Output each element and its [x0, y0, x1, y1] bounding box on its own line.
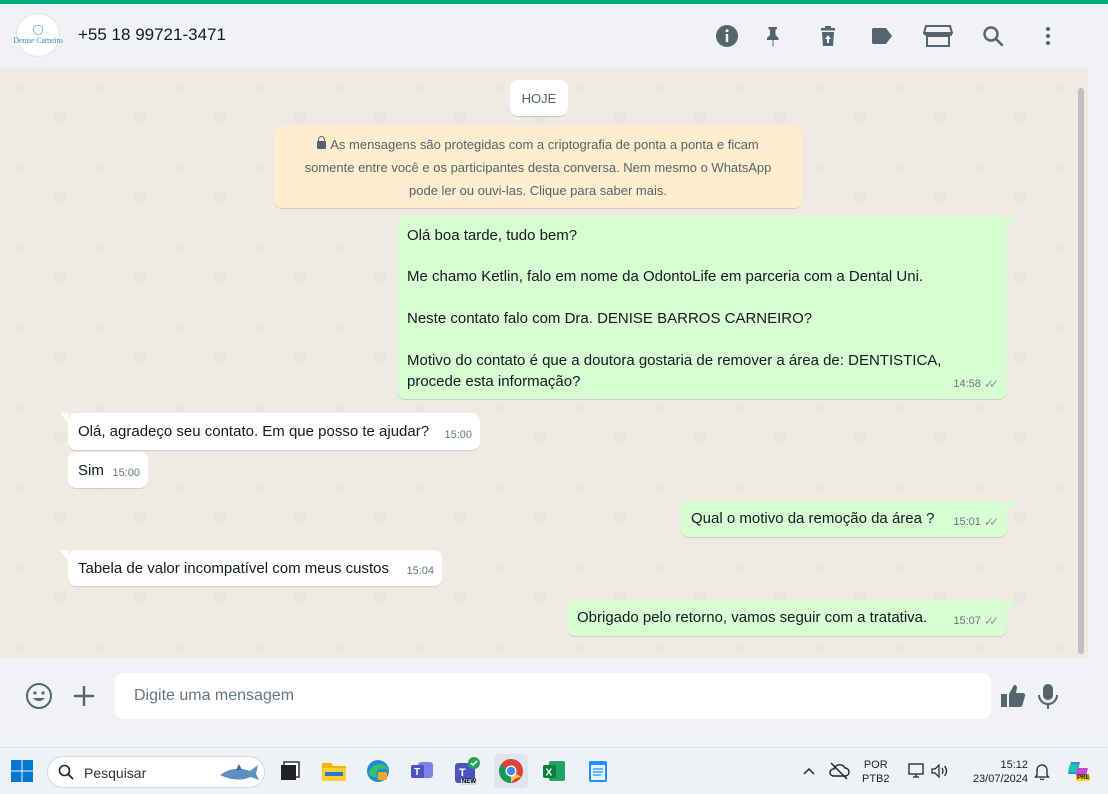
avatar[interactable]: Denise Carneiro	[13, 13, 63, 57]
edge-browser-icon[interactable]	[364, 757, 392, 785]
copilot-icon[interactable]: PRE	[1064, 757, 1092, 785]
message-text: Motivo do contato é que a doutora gostar…	[407, 352, 942, 369]
notification-bell-icon[interactable]	[1028, 757, 1056, 785]
lock-icon	[317, 136, 327, 149]
message-text: Sim	[78, 462, 104, 479]
encryption-line-3: pode ler ou ouvi-las. Clique para saber …	[409, 183, 667, 198]
teams-new-icon[interactable]: T NEW	[452, 757, 480, 785]
contact-name[interactable]: +55 18 99721-3471	[78, 25, 226, 45]
search-icon[interactable]	[981, 24, 1005, 48]
bubble-tail	[1007, 501, 1015, 511]
message-text: Olá, agradeço seu contato. Em que posso …	[78, 423, 430, 440]
message-text: Qual o motivo da remoção da área ?	[691, 510, 935, 527]
teams-icon[interactable]: T	[408, 757, 436, 785]
chat-header: Denise Carneiro +55 18 99721-3471	[0, 4, 1088, 68]
clock-date: 23/07/2024	[972, 773, 1028, 785]
message-time: 15:00	[444, 429, 472, 441]
notepad-icon[interactable]	[584, 757, 612, 785]
message-bubble-incoming[interactable]: Sim 15:00	[68, 452, 148, 488]
encryption-notice[interactable]: As mensagens são protegidas com a cripto…	[274, 126, 802, 208]
delete-icon[interactable]	[816, 24, 840, 48]
search-icon	[58, 764, 74, 780]
bubble-tail	[60, 550, 68, 560]
svg-text:T: T	[414, 767, 420, 778]
microphone-icon[interactable]	[1033, 681, 1063, 711]
message-text: Tabela de valor incompatível com meus cu…	[78, 560, 389, 577]
copilot-preview-badge: PRE	[1076, 775, 1091, 781]
taskbar-search-label: Pesquisar	[84, 765, 147, 781]
pin-icon[interactable]	[761, 24, 785, 48]
message-bubble-incoming[interactable]: Olá, agradeço seu contato. Em que posso …	[60, 413, 480, 450]
message-time: 14:58	[953, 378, 981, 390]
shark-illustration-icon	[220, 764, 259, 780]
avatar-logo-text: Denise Carneiro	[13, 36, 63, 45]
message-bubble-incoming[interactable]: Tabela de valor incompatível com meus cu…	[60, 550, 442, 586]
message-composer	[0, 658, 1088, 726]
teams-new-badge: NEW	[461, 779, 477, 785]
message-text: procede esta informação?	[407, 373, 581, 390]
info-icon[interactable]	[715, 24, 739, 48]
window-edge	[1088, 4, 1108, 726]
svg-text:X: X	[546, 768, 553, 779]
windows-start-icon[interactable]	[8, 757, 36, 785]
message-text: Neste contato falo com Dra. DENISE BARRO…	[407, 310, 813, 327]
encryption-line-2: somente entre você e os participantes de…	[304, 160, 772, 175]
emoji-icon[interactable]	[24, 681, 54, 711]
date-separator: HOJE	[510, 80, 568, 116]
message-bubble-outgoing[interactable]: Olá boa tarde, tudo bem? Me chamo Ketlin…	[397, 216, 1015, 399]
tooth-logo-icon	[33, 25, 43, 35]
message-input[interactable]	[115, 673, 991, 719]
attach-plus-icon[interactable]	[69, 681, 99, 711]
windows-taskbar: Pesquisar T T NEW X POR PTB2 15:12 23/07…	[0, 747, 1108, 794]
double-check-icon: ✓✓	[983, 377, 999, 391]
task-view-icon[interactable]	[276, 757, 304, 785]
language-line-2: PTB2	[862, 773, 890, 785]
language-indicator[interactable]: POR PTB2	[862, 758, 890, 786]
chevron-up-icon[interactable]	[795, 757, 823, 785]
menu-icon[interactable]	[1036, 24, 1060, 48]
cloud-offline-icon[interactable]	[825, 757, 853, 785]
clock-time: 15:12	[1000, 759, 1028, 771]
message-bubble-outgoing[interactable]: Obrigado pelo retorno, vamos seguir com …	[567, 600, 1015, 636]
bubble-tail	[1007, 600, 1015, 610]
svg-text:T: T	[459, 767, 466, 779]
encryption-line-1: As mensagens são protegidas com a cripto…	[330, 137, 759, 152]
bubble-tail	[60, 413, 68, 423]
excel-icon[interactable]: X	[540, 757, 568, 785]
message-time: 15:04	[406, 565, 434, 577]
clock[interactable]: 15:12 23/07/2024	[962, 758, 1028, 786]
message-text: Olá boa tarde, tudo bem?	[407, 227, 578, 244]
whatsapp-window: Denise Carneiro +55 18 99721-3471 HOJE A…	[0, 4, 1088, 726]
message-text: Me chamo Ketlin, falo em nome da OdontoL…	[407, 268, 924, 285]
volume-icon[interactable]	[926, 757, 954, 785]
taskbar-search[interactable]: Pesquisar	[47, 756, 265, 788]
language-line-1: POR	[863, 759, 888, 771]
message-time: 15:07	[953, 615, 981, 627]
bubble-tail	[1007, 216, 1015, 226]
message-time: 15:00	[112, 467, 140, 479]
file-explorer-icon[interactable]	[320, 757, 348, 785]
chat-scrollbar[interactable]	[1078, 88, 1084, 654]
message-bubble-outgoing[interactable]: Qual o motivo da remoção da área ? 15:01…	[681, 501, 1015, 537]
thumbs-up-icon[interactable]	[998, 681, 1028, 711]
message-text: Obrigado pelo retorno, vamos seguir com …	[577, 609, 928, 626]
message-time: 15:01	[953, 516, 981, 528]
chrome-icon[interactable]	[494, 754, 528, 788]
window-gap	[0, 726, 1108, 747]
store-icon[interactable]	[922, 24, 954, 48]
label-icon[interactable]	[870, 24, 894, 48]
double-check-icon: ✓✓	[983, 515, 999, 529]
double-check-icon: ✓✓	[983, 614, 999, 628]
